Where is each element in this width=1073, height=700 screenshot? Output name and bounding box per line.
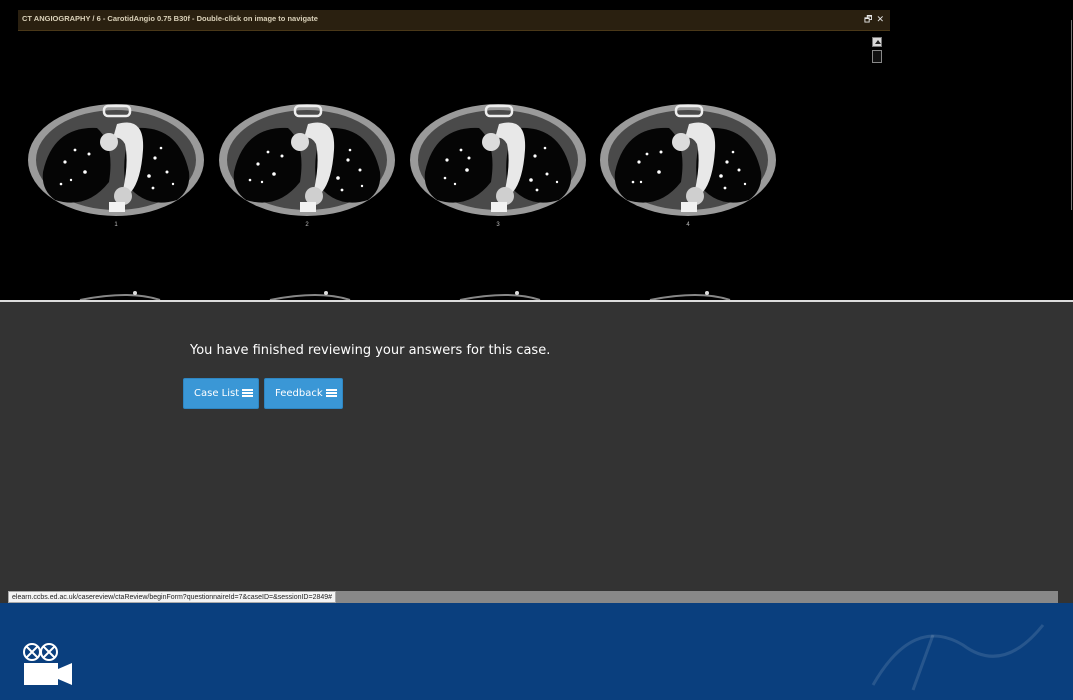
ct-thumbnail-3[interactable]: 3 — [407, 92, 589, 228]
thumbnail-number: 4 — [686, 222, 690, 228]
next-row-thumbnails-edge — [79, 291, 731, 300]
restore-window-icon[interactable]: 🗗 — [864, 13, 872, 25]
viewer-titlebar: CT ANGIOGRAPHY / 6 - CarotidAngio 0.75 B… — [18, 10, 890, 31]
divider — [1071, 20, 1072, 210]
case-list-button[interactable]: Case List — [183, 378, 259, 409]
ct-thumbnail-1[interactable]: 1 — [25, 92, 207, 228]
browser-status-bar: elearn.ccbs.ed.ac.uk/casereview/ctaRevie… — [8, 591, 1058, 603]
list-icon — [242, 389, 254, 397]
review-complete-panel: You have finished reviewing your answers… — [0, 300, 1073, 603]
image-viewer: CT ANGIOGRAPHY / 6 - CarotidAngio 0.75 B… — [0, 0, 1073, 300]
footer-watermark — [853, 605, 1053, 700]
ct-slice-image — [407, 92, 589, 220]
thumbnail-number: 1 — [114, 222, 118, 228]
scroll-up-arrow[interactable] — [872, 37, 882, 47]
feedback-label: Feedback — [275, 388, 323, 399]
viewer-title: CT ANGIOGRAPHY / 6 - CarotidAngio 0.75 B… — [22, 14, 318, 23]
review-finished-message: You have finished reviewing your answers… — [190, 343, 551, 358]
ct-slice-image — [25, 92, 207, 220]
video-camera-icon[interactable] — [20, 641, 76, 689]
watermark-decoration — [871, 624, 1045, 691]
scrollbar-thumb[interactable] — [872, 50, 882, 63]
thumbnail-number: 2 — [305, 222, 309, 228]
thumbnail-number: 3 — [496, 222, 500, 228]
status-url: elearn.ccbs.ed.ac.uk/casereview/ctaRevie… — [8, 591, 337, 603]
feedback-button[interactable]: Feedback — [264, 378, 343, 409]
ct-slice-image — [216, 92, 398, 220]
footer-banner — [0, 603, 1073, 700]
case-list-label: Case List — [194, 388, 240, 399]
close-icon[interactable]: ✕ — [876, 13, 884, 25]
ct-thumbnail-2[interactable]: 2 — [216, 92, 398, 228]
ct-thumbnail-4[interactable]: 4 — [597, 92, 779, 228]
list-icon — [325, 389, 337, 397]
ct-slice-image — [597, 92, 779, 220]
